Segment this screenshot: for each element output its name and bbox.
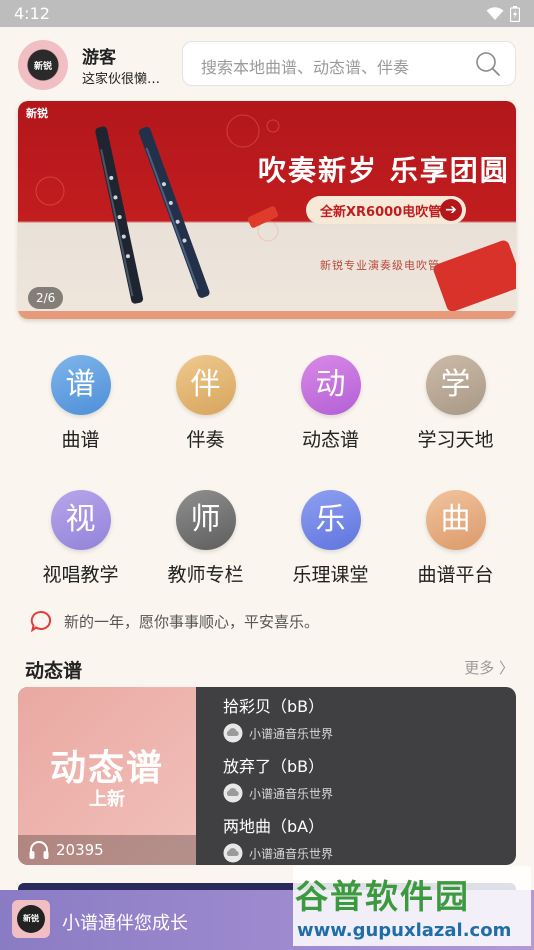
grid-label: 伴奏 xyxy=(186,429,225,451)
banner-page-counter: 2/6 xyxy=(28,287,64,309)
grid-item-yueli[interactable]: 乐 乐理课堂 xyxy=(268,490,393,587)
headphones-icon xyxy=(29,841,49,859)
watermark: 谷普软件园 www.gupuxlazal.com xyxy=(293,866,531,946)
score-source: 小谱通音乐世界 xyxy=(223,783,333,803)
banner-cta-label: 全新XR6000电吹管 xyxy=(320,204,442,220)
cloud-icon xyxy=(223,723,243,743)
score-source: 小谱通音乐世界 xyxy=(223,723,333,743)
watermark-url: www.gupuxlazal.com xyxy=(297,920,512,941)
wifi-icon xyxy=(486,6,504,20)
list-item[interactable]: 两地曲（bA） 小谱通音乐世界 xyxy=(223,813,503,865)
banner-cta-button[interactable]: 全新XR6000电吹管 ➔ xyxy=(306,196,466,224)
user-name[interactable]: 游客 xyxy=(82,43,116,68)
banner-logo: 新锐 xyxy=(26,107,48,120)
score-source: 小谱通音乐世界 xyxy=(223,843,333,863)
cloud-icon xyxy=(223,783,243,803)
banzou-icon: 伴 xyxy=(175,355,236,415)
play-count-bar: 20395 xyxy=(18,835,196,865)
dynamic-score-card[interactable]: 动态谱 上新 20395 拾彩贝（bB） 小谱通音乐世界 放弃了（bB） 小谱通… xyxy=(18,687,516,865)
grid-label: 教师专栏 xyxy=(167,564,244,586)
list-item[interactable]: 拾彩贝（bB） 小谱通音乐世界 xyxy=(223,693,503,753)
grid-label: 乐理课堂 xyxy=(292,564,369,586)
arrow-right-icon: ➔ xyxy=(440,199,462,221)
promo-banner[interactable]: 新锐 吹奏新岁 乐享团圆 全新XR6000电吹管 ➔ 新锐专业演奏级电吹管 2/… xyxy=(18,101,516,319)
cover-subtitle: 上新 xyxy=(89,789,125,810)
more-link[interactable]: 更多 〉 xyxy=(464,657,514,678)
watermark-title: 谷普软件园 xyxy=(295,877,470,916)
yueli-icon: 乐 xyxy=(300,490,361,550)
grid-label: 曲谱平台 xyxy=(417,564,494,586)
source-name: 小谱通音乐世界 xyxy=(249,846,334,861)
dongtaipu-icon: 动 xyxy=(300,355,361,415)
search-placeholder: 搜索本地曲谱、动态谱、伴奏 xyxy=(201,58,410,77)
notice-bar[interactable]: 新的一年，愿你事事顺心，平安喜乐。 xyxy=(30,610,319,632)
user-bio: 这家伙很懒… xyxy=(82,72,161,87)
xuexi-icon: 学 xyxy=(425,355,486,415)
search-input[interactable]: 搜索本地曲谱、动态谱、伴奏 xyxy=(182,41,516,86)
jiaoshi-icon: 师 xyxy=(175,490,236,550)
grid-item-shichang[interactable]: 视 视唱教学 xyxy=(18,490,143,587)
grid-label: 动态谱 xyxy=(301,429,359,451)
notice-text: 新的一年，愿你事事顺心，平安喜乐。 xyxy=(64,612,320,631)
qupu-platform-icon: 曲 xyxy=(425,490,486,550)
score-title: 两地曲（bA） xyxy=(223,817,325,836)
dynamic-cover[interactable]: 动态谱 上新 20395 xyxy=(18,687,196,865)
status-time: 4:12 xyxy=(14,4,50,23)
qupu-icon: 谱 xyxy=(50,355,111,415)
grid-item-jiaoshi[interactable]: 师 教师专栏 xyxy=(143,490,268,587)
bottom-bar-text: 小谱通伴您成长 xyxy=(62,913,188,934)
search-icon[interactable] xyxy=(475,51,501,77)
grid-label: 学习天地 xyxy=(417,429,494,451)
status-bar: 4:12 xyxy=(0,0,534,27)
grid-item-banzou[interactable]: 伴 伴奏 xyxy=(143,355,268,452)
cloud-icon xyxy=(223,843,243,863)
play-count: 20395 xyxy=(56,841,104,859)
app-logo: 新锐 xyxy=(12,900,50,938)
score-title: 放弃了（bB） xyxy=(223,757,325,776)
avatar-text: 新锐 xyxy=(33,61,52,72)
app-logo-text: 新锐 xyxy=(17,905,45,933)
grid-item-qupu-platform[interactable]: 曲 曲谱平台 xyxy=(393,490,518,587)
banner-subtitle: 新锐专业演奏级电吹管 xyxy=(320,259,440,272)
status-icons xyxy=(486,5,520,22)
source-name: 小谱通音乐世界 xyxy=(249,726,334,741)
source-name: 小谱通音乐世界 xyxy=(249,786,334,801)
grid-item-dongtaipu[interactable]: 动 动态谱 xyxy=(268,355,393,452)
header: 新锐 游客 这家伙很懒… 搜索本地曲谱、动态谱、伴奏 xyxy=(18,40,518,90)
grid-item-xuexi[interactable]: 学 学习天地 xyxy=(393,355,518,452)
dynamic-list: 拾彩贝（bB） 小谱通音乐世界 放弃了（bB） 小谱通音乐世界 两地曲（bA） xyxy=(223,693,503,865)
cover-title: 动态谱 xyxy=(49,748,164,789)
battery-icon xyxy=(510,5,520,22)
grid-label: 曲谱 xyxy=(61,429,100,451)
banner-title: 吹奏新岁 乐享团圆 xyxy=(258,154,510,187)
shichang-icon: 视 xyxy=(50,490,111,550)
grid-label: 视唱教学 xyxy=(42,564,119,586)
section-title: 动态谱 xyxy=(25,660,83,682)
avatar[interactable]: 新锐 xyxy=(18,40,68,90)
score-title: 拾彩贝（bB） xyxy=(223,697,325,716)
list-item[interactable]: 放弃了（bB） 小谱通音乐世界 xyxy=(223,753,503,813)
message-icon xyxy=(30,610,52,632)
grid-item-qupu[interactable]: 谱 曲谱 xyxy=(18,355,143,452)
